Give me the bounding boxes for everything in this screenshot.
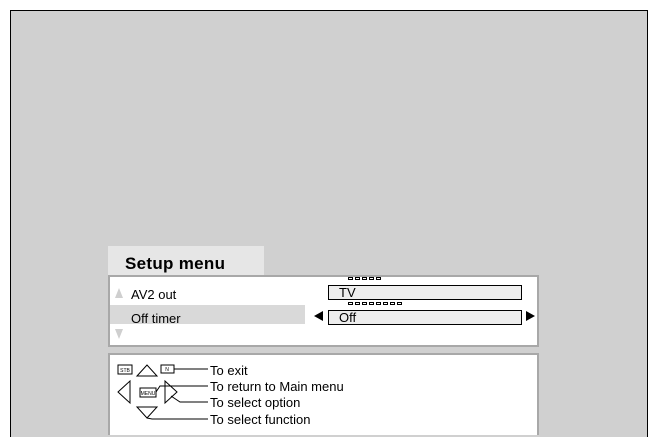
menu-title-tab: Setup menu	[108, 246, 264, 276]
menu-button-icon: MENU	[139, 387, 157, 398]
scroll-up-icon[interactable]	[115, 288, 123, 298]
remote-control-diagram: STB N MENU	[117, 364, 208, 420]
off-timer-value[interactable]: Off	[328, 310, 522, 325]
help-line-select-option: To select option	[210, 395, 301, 410]
av2-out-value[interactable]: TV	[328, 285, 522, 300]
option-right-arrow-icon[interactable]	[526, 311, 535, 321]
menu-item-off-timer[interactable]: Off timer	[131, 311, 181, 326]
help-line-exit: To exit	[210, 363, 248, 378]
n-button-label: N	[165, 367, 169, 373]
help-line-main-menu: To return to Main menu	[210, 379, 344, 394]
left-arrow-button-icon	[117, 379, 131, 405]
indicator-dots-icon	[348, 302, 402, 306]
menu-button-label: MENU	[141, 391, 156, 397]
menu-item-av2-out[interactable]: AV2 out	[131, 287, 176, 302]
stb-button-icon: STB	[117, 364, 133, 375]
indicator-dots-icon	[348, 277, 381, 281]
n-button-icon: N	[160, 364, 175, 374]
option-left-arrow-icon[interactable]	[314, 311, 323, 321]
down-arrow-button-icon	[135, 406, 159, 419]
right-arrow-button-icon	[164, 379, 178, 405]
menu-title: Setup menu	[125, 254, 226, 273]
scroll-down-icon[interactable]	[115, 329, 123, 339]
setup-menu-panel: AV2 out Off timer TV Off	[108, 275, 539, 347]
stb-button-label: STB	[120, 368, 130, 374]
up-arrow-button-icon	[135, 364, 159, 377]
help-panel: STB N MENU To exit To return to Main men…	[108, 353, 539, 435]
help-line-select-function: To select function	[210, 412, 311, 427]
